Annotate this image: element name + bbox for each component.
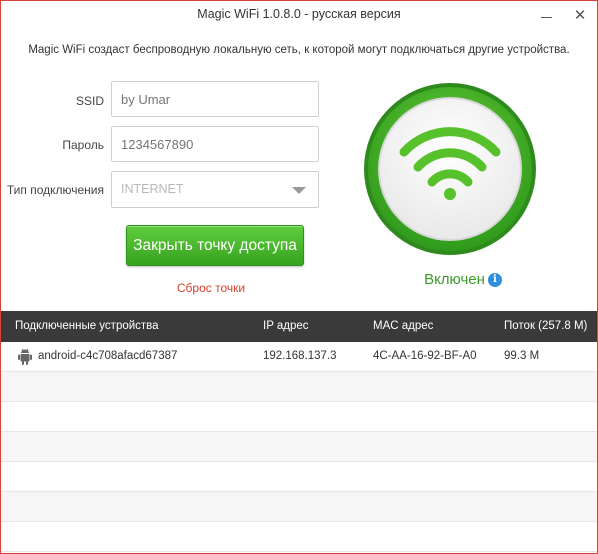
device-traffic: 99.3 M (504, 350, 540, 362)
password-input[interactable] (111, 126, 319, 162)
android-icon (18, 348, 32, 365)
title-bar[interactable]: Magic WiFi 1.0.8.0 - русская версия ✕ (1, 1, 597, 30)
device-ip: 192.168.137.3 (263, 350, 337, 362)
table-row-empty (1, 492, 597, 522)
wifi-status-orb[interactable] (362, 81, 538, 257)
column-header-ip[interactable]: IP адрес (263, 320, 309, 332)
device-name: android-c4c708afacd67387 (38, 350, 178, 362)
ssid-label: SSID (75, 94, 104, 108)
connected-devices-table: Подключенные устройства IP адрес MAC адр… (1, 311, 597, 553)
password-label: Пароль (62, 138, 104, 152)
column-header-mac[interactable]: MAC адрес (373, 320, 433, 332)
table-row[interactable]: android-c4c708afacd67387 192.168.137.3 4… (1, 342, 597, 372)
connection-type-value: INTERNET (121, 182, 184, 196)
connection-type-label: Тип подключения (6, 183, 104, 197)
close-icon: ✕ (573, 7, 587, 24)
close-button[interactable]: ✕ (563, 1, 597, 30)
ssid-input[interactable] (111, 81, 319, 117)
connection-type-select[interactable]: INTERNET (111, 171, 319, 208)
reset-hotspot-link[interactable]: Сброс точки (131, 281, 291, 295)
status-text: Включен (424, 271, 485, 288)
window-title: Magic WiFi 1.0.8.0 - русская версия (197, 7, 401, 21)
table-row-empty (1, 432, 597, 462)
column-header-device[interactable]: Подключенные устройства (15, 320, 159, 332)
wifi-dot (444, 188, 456, 200)
orb-inner-face (380, 99, 520, 239)
table-row-empty (1, 402, 597, 432)
table-header: Подключенные устройства IP адрес MAC адр… (1, 311, 597, 342)
table-row-empty (1, 522, 597, 552)
column-header-traffic[interactable]: Поток (257.8 M) (504, 320, 587, 332)
close-hotspot-button[interactable]: Закрыть точку доступа (126, 225, 304, 266)
table-row-empty (1, 462, 597, 492)
info-icon[interactable]: i (487, 272, 502, 287)
minimize-button[interactable] (529, 1, 563, 30)
chevron-down-icon (292, 187, 306, 194)
device-mac: 4C-AA-16-92-BF-A0 (373, 350, 477, 362)
minimize-icon (540, 17, 552, 18)
intro-text: Magic WiFi создаст беспроводную локальну… (28, 44, 570, 56)
table-row-empty (1, 372, 597, 402)
status-row: Включен i (393, 271, 533, 288)
app-window: Magic WiFi 1.0.8.0 - русская версия ✕ Ma… (0, 0, 598, 554)
